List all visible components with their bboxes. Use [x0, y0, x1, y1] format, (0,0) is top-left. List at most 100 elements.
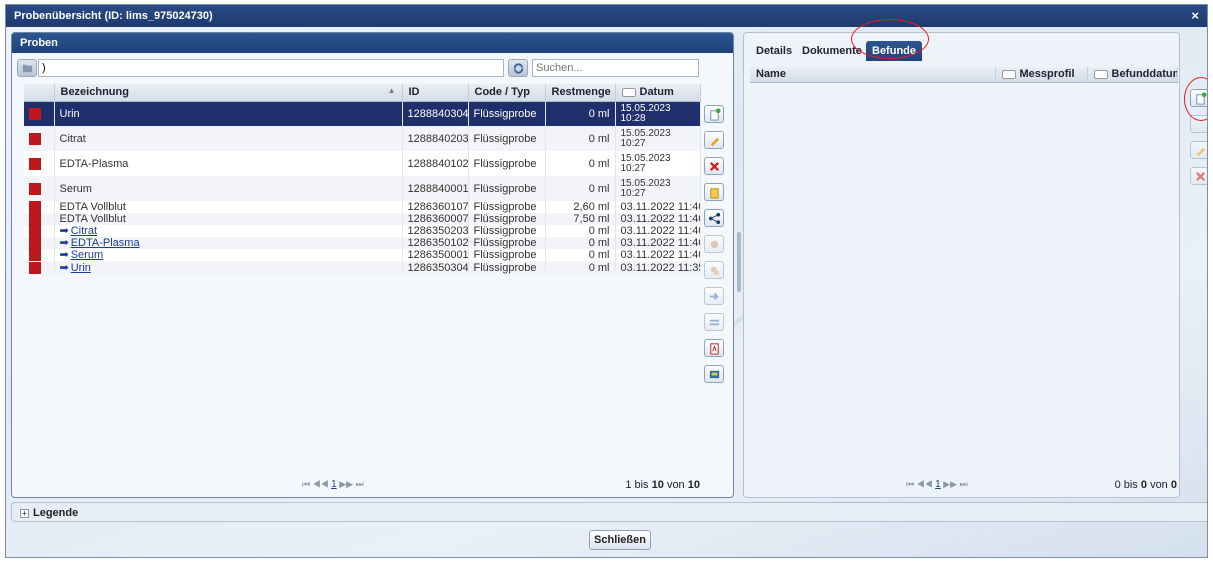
folder-icon[interactable]: [17, 59, 37, 77]
column-header-amount[interactable]: Restmenge: [545, 84, 616, 102]
sample-date: 15.05.2023 10:28: [615, 101, 701, 126]
sample-amount: 0 ml: [545, 261, 616, 274]
add-finding-button[interactable]: [1190, 89, 1207, 107]
legend-bar[interactable]: + Legende: [11, 502, 1207, 522]
sample-name-cell[interactable]: ➡ EDTA-Plasma: [54, 237, 403, 250]
sample-link[interactable]: EDTA-Plasma: [71, 237, 140, 249]
sample-marker-icon: [29, 201, 41, 214]
sample-link[interactable]: Serum: [71, 249, 103, 261]
expand-icon[interactable]: +: [20, 508, 29, 518]
sample-id: 1286350102: [402, 237, 469, 250]
transfer-arrows-icon[interactable]: [704, 313, 724, 331]
pager[interactable]: ⏮ ◀◀ 1 ▶▶ ⏭: [906, 479, 968, 490]
arrow-right-icon[interactable]: [704, 287, 724, 305]
column-menu-icon[interactable]: [1093, 69, 1108, 79]
sample-id: 1286350001: [402, 249, 469, 262]
sample-name-cell[interactable]: ➡ Serum: [54, 249, 403, 262]
sample-name-cell: Urin: [54, 101, 403, 126]
sample-date: 03.11.2022 11:35: [615, 261, 701, 274]
filter-input[interactable]: [38, 59, 504, 77]
sample-marker-icon: [29, 107, 41, 120]
sample-name-cell[interactable]: ➡ Citrat: [54, 225, 403, 238]
sample-amount: 0 ml: [545, 126, 616, 151]
close-icon[interactable]: ×: [1191, 8, 1199, 23]
sample-marker-icon: [29, 249, 41, 262]
sample-marker-cell: [24, 101, 55, 126]
sample-link[interactable]: Citrat: [71, 225, 97, 237]
sample-id: 1286360007: [402, 213, 469, 226]
sample-amount: 7,50 ml: [545, 213, 616, 226]
sample-marker-cell: [24, 213, 55, 226]
tab-dokumente[interactable]: Dokumente: [796, 41, 868, 61]
column-header-befunddatum[interactable]: Befunddatum: [1087, 67, 1178, 83]
sample-name-cell: EDTA Vollblut: [54, 201, 403, 214]
merge-sample-icon[interactable]: [704, 261, 724, 279]
table-row[interactable]: ➡ EDTA-Plasma 1286350102 Flüssigprobe 0 ml 03…: [24, 237, 701, 250]
clipboard-icon[interactable]: [704, 183, 724, 201]
window-titlebar: Probenübersicht (ID: lims_975024730) ×: [6, 5, 1207, 27]
print-label-icon[interactable]: [704, 365, 724, 383]
sample-id: 1288840102: [402, 151, 469, 176]
sample-type: Flüssigprobe: [468, 176, 546, 201]
table-row[interactable]: EDTA Vollblut 1286360107 Flüssigprobe 2,60 …: [24, 201, 701, 214]
arrow-right-icon: ➡: [59, 249, 69, 262]
sample-date: 15.05.2023 10:27: [615, 126, 701, 151]
table-row[interactable]: EDTA-Plasma 1288840102 Flüssigprobe 0 ml 15.…: [24, 151, 701, 176]
delete-icon[interactable]: [704, 157, 724, 175]
add-sample-button[interactable]: [704, 105, 724, 123]
samples-panel-header: Proben: [12, 33, 733, 53]
sample-date: 15.05.2023 10:27: [615, 151, 701, 176]
column-header-messprofil[interactable]: Messprofil: [995, 67, 1088, 83]
share-icon[interactable]: [704, 209, 724, 227]
table-row[interactable]: Citrat 1288840203 Flüssigprobe 0 ml 15.05.20…: [24, 126, 701, 151]
column-header-date[interactable]: Datum: [615, 84, 701, 102]
column-menu-icon[interactable]: [621, 87, 636, 97]
sample-name-cell[interactable]: ➡ Urin: [54, 261, 403, 274]
sample-date: 03.11.2022 11:40: [615, 213, 701, 226]
pager[interactable]: ⏮ ◀◀ 1 ▶▶ ⏭: [302, 479, 364, 490]
sample-date: 03.11.2022 11:40: [615, 201, 701, 214]
record-count: 0 bis 0 von 0: [1114, 479, 1177, 491]
edit-pencil-icon[interactable]: [704, 131, 724, 149]
table-row[interactable]: Urin 1288840304 Flüssigprobe 0 ml 15.05.2023…: [24, 101, 701, 126]
search-input[interactable]: [532, 59, 699, 77]
delete-icon[interactable]: [1190, 167, 1207, 185]
column-header-id[interactable]: ID: [402, 84, 469, 102]
column-header-befund-name[interactable]: Name: [750, 67, 996, 83]
sample-type: Flüssigprobe: [468, 249, 546, 262]
legend-label: Legende: [33, 507, 79, 519]
finding-actions: [1190, 89, 1207, 193]
column-menu-icon[interactable]: [1001, 69, 1016, 79]
sample-amount: 0 ml: [545, 249, 616, 262]
sample-marker-icon: [29, 213, 41, 226]
close-button[interactable]: Schließen: [589, 530, 651, 550]
column-header-name[interactable]: Bezeichnung ▲: [54, 84, 403, 102]
tab-details[interactable]: Details: [750, 41, 798, 61]
table-row[interactable]: Serum 1288840001 Flüssigprobe 0 ml 15.05.202…: [24, 176, 701, 201]
blank-action-button[interactable]: [1190, 115, 1207, 133]
splitter-grip[interactable]: [737, 232, 741, 292]
sample-marker-icon: [29, 182, 41, 195]
refresh-icon[interactable]: [508, 59, 528, 77]
sample-date: 15.05.2023 10:27: [615, 176, 701, 201]
split-sample-icon[interactable]: [704, 235, 724, 253]
sample-link[interactable]: Urin: [71, 262, 91, 274]
samples-panel: Proben Bezeichnung▲ ID: [11, 32, 734, 498]
sample-marker-icon: [29, 132, 41, 145]
table-row[interactable]: ➡ Citrat 1286350203 Flüssigprobe 0 ml 03.11.2…: [24, 225, 701, 238]
table-row[interactable]: EDTA Vollblut 1286360007 Flüssigprobe 7,50 …: [24, 213, 701, 226]
sample-name-cell: Citrat: [54, 126, 403, 151]
arrow-right-icon: ➡: [59, 237, 69, 250]
table-row[interactable]: ➡ Urin 1286350304 Flüssigprobe 0 ml 03.11.202…: [24, 261, 701, 274]
tab-befunde[interactable]: Befunde: [866, 41, 922, 61]
sample-id: 1288840203: [402, 126, 469, 151]
sample-marker-icon: [29, 225, 41, 238]
sample-marker-cell: [24, 126, 55, 151]
panel-splitter[interactable]: [735, 32, 743, 498]
pdf-icon[interactable]: [704, 339, 724, 357]
sample-id: 1286360107: [402, 201, 469, 214]
table-row[interactable]: ➡ Serum 1286350001 Flüssigprobe 0 ml 03.11.20…: [24, 249, 701, 262]
sample-name: Serum: [59, 182, 92, 195]
column-header-type[interactable]: Code / Typ: [468, 84, 546, 102]
edit-pencil-icon[interactable]: [1190, 141, 1207, 159]
